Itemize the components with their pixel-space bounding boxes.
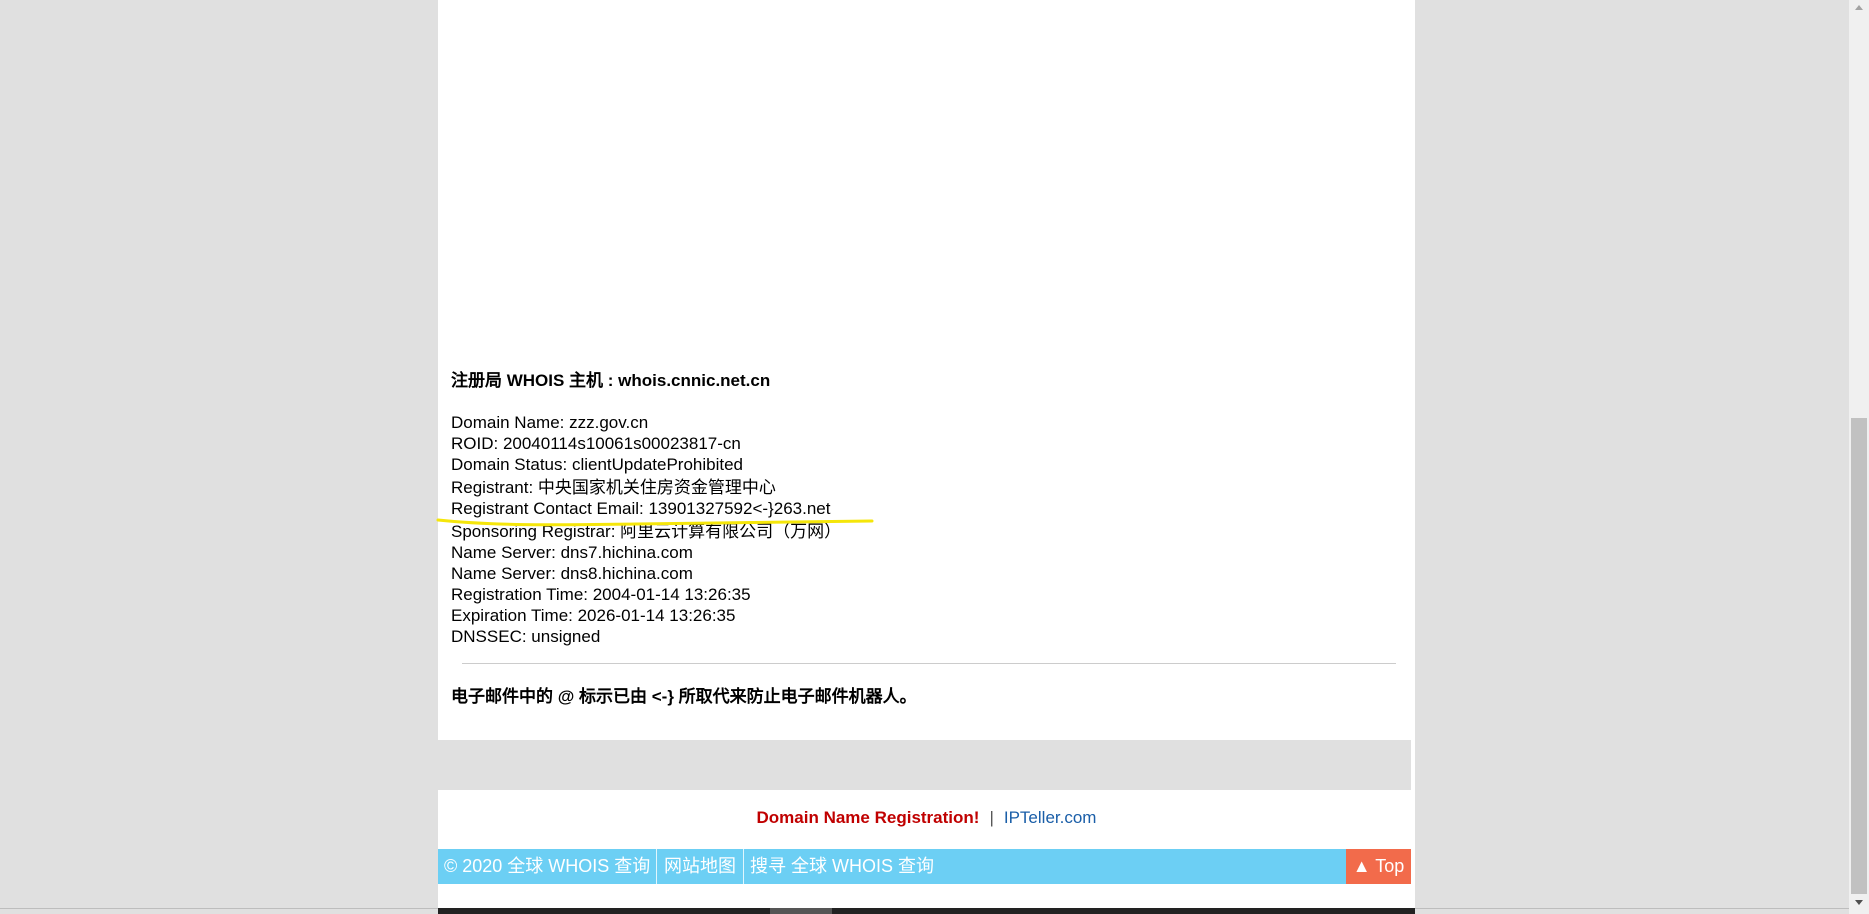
record-sponsoring-registrar: Sponsoring Registrar: 阿里云计算有限公司（万网）: [451, 522, 842, 541]
back-to-top-button[interactable]: ▲ Top: [1346, 849, 1411, 884]
record-domain-name: Domain Name: zzz.gov.cn: [451, 413, 649, 432]
link-separator: |: [989, 808, 994, 827]
ipteller-link[interactable]: IPTeller.com: [1004, 808, 1097, 827]
vertical-scrollbar[interactable]: [1849, 0, 1869, 914]
email-obfuscation-note: 电子邮件中的 @ 标示已由 <-} 所取代来防止电子邮件机器人。: [451, 687, 917, 706]
divider: [462, 663, 1396, 664]
record-registrant-email: Registrant Contact Email: 13901327592<-}…: [451, 499, 831, 518]
scrollbar-thumb[interactable]: [1851, 418, 1867, 894]
record-name-server-1: Name Server: dns7.hichina.com: [451, 543, 693, 562]
record-registrant: Registrant: 中央国家机关住房资金管理中心: [451, 478, 776, 497]
domain-registration-link[interactable]: Domain Name Registration!: [757, 808, 980, 827]
record-domain-status: Domain Status: clientUpdateProhibited: [451, 455, 743, 474]
footer-bar: © 2020 全球 WHOIS 查询 网站地图 搜寻 全球 WHOIS 查询: [438, 849, 1411, 884]
sitemap-link[interactable]: 网站地图: [664, 849, 736, 884]
record-roid: ROID: 20040114s10061s00023817-cn: [451, 434, 741, 453]
footer-links: Domain Name Registration! | IPTeller.com: [438, 808, 1415, 828]
footer-separator: [743, 849, 744, 884]
ad-bar: [438, 740, 1411, 790]
record-name-server-2: Name Server: dns8.hichina.com: [451, 564, 693, 583]
scroll-down-arrow-icon[interactable]: [1855, 900, 1863, 905]
footer-separator: [656, 849, 657, 884]
whois-host-heading: 注册局 WHOIS 主机 : whois.cnnic.net.cn: [451, 371, 771, 390]
scroll-up-arrow-icon[interactable]: [1855, 5, 1863, 10]
search-whois-link[interactable]: 搜寻 全球 WHOIS 查询: [750, 849, 934, 884]
record-dnssec: DNSSEC: unsigned: [451, 627, 601, 646]
horizontal-scroll-strip[interactable]: [438, 908, 1415, 914]
horizontal-scroll-thumb[interactable]: [770, 908, 832, 914]
ad-space: [438, 0, 1415, 340]
record-expiration-time: Expiration Time: 2026-01-14 13:26:35: [451, 606, 736, 625]
whois-page: 注册局 WHOIS 主机 : whois.cnnic.net.cn Domain…: [438, 0, 1415, 914]
record-registration-time: Registration Time: 2004-01-14 13:26:35: [451, 585, 751, 604]
copyright-link[interactable]: © 2020 全球 WHOIS 查询: [444, 849, 650, 884]
whois-record: Domain Name: zzz.gov.cn ROID: 20040114s1…: [451, 412, 841, 647]
